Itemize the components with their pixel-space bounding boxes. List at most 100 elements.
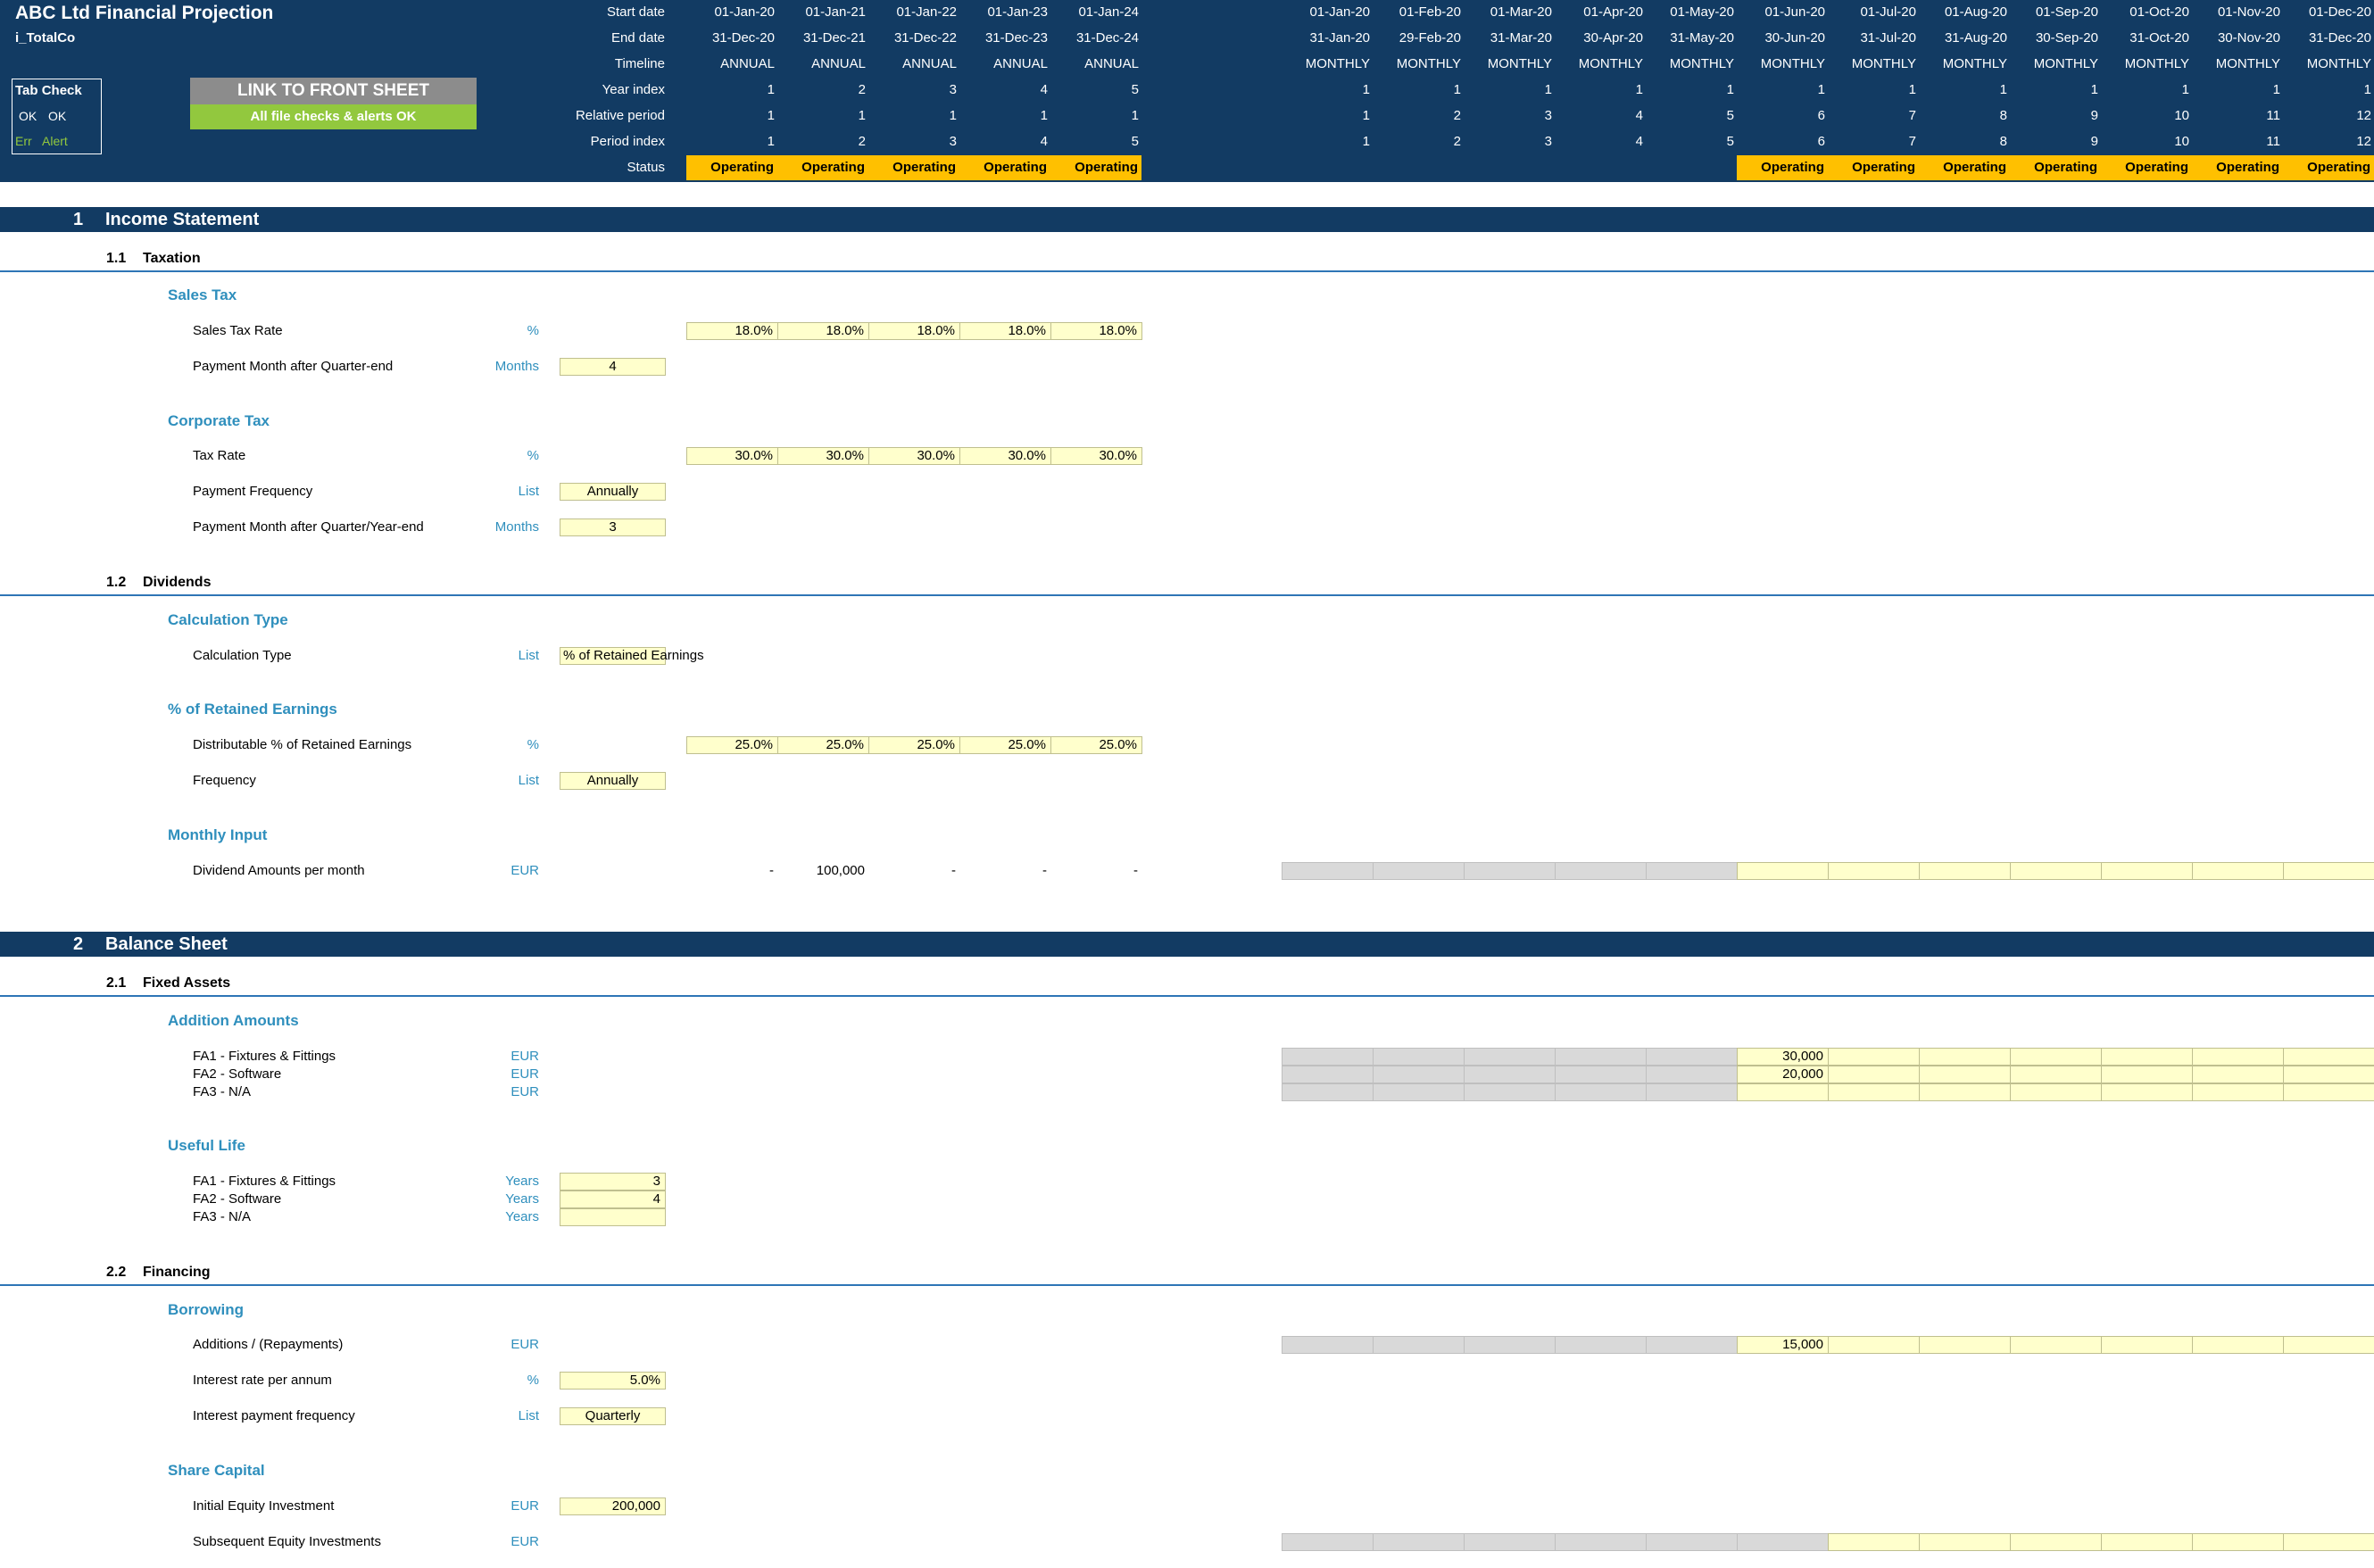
input-addition-fa2[interactable] (1828, 1066, 1920, 1083)
input-addition-fa3[interactable] (2010, 1083, 2102, 1101)
input-useful-life-fa2[interactable]: 4 (560, 1191, 666, 1208)
input-dividend-month[interactable] (1737, 862, 1829, 880)
annual-start: 01-Jan-21 (805, 4, 866, 20)
input-payment-frequency[interactable]: Annually (560, 483, 666, 501)
unit-addition-fa3: EUR (510, 1084, 539, 1099)
input-subsequent-equity-month[interactable] (2010, 1533, 2102, 1551)
input-interest-frequency[interactable]: Quarterly (560, 1407, 666, 1425)
input-dividend-month[interactable] (1828, 862, 1920, 880)
input-subsequent-equity-month[interactable] (2101, 1533, 2193, 1551)
monthly-period-index: 9 (2090, 134, 2098, 149)
input-distributable-pct[interactable]: 25.0% (777, 736, 869, 754)
annual-status: Operating (777, 155, 868, 180)
monthly-end: 30-Apr-20 (1583, 30, 1643, 46)
input-subsequent-equity-month[interactable] (1828, 1533, 1920, 1551)
input-sales-tax-rate[interactable]: 18.0% (868, 322, 960, 340)
input-addition-fa3[interactable] (1919, 1083, 2011, 1101)
annual-year-index: 3 (949, 82, 957, 97)
input-borrowing-month[interactable] (1919, 1336, 2011, 1354)
label-addition-fa3: FA3 - N/A (193, 1084, 252, 1099)
input-addition-fa1[interactable] (1828, 1048, 1920, 1066)
input-borrowing-month[interactable] (2010, 1336, 2102, 1354)
input-dividend-month[interactable] (2101, 862, 2193, 880)
input-addition-fa2[interactable] (2010, 1066, 2102, 1083)
input-borrowing-month[interactable] (1828, 1336, 1920, 1354)
input-subsequent-equity-month[interactable] (2283, 1533, 2374, 1551)
unit-sales-tax-payment-month: Months (494, 359, 539, 374)
input-distributable-pct[interactable]: 25.0% (959, 736, 1051, 754)
input-sales-tax-payment-month[interactable]: 4 (560, 358, 666, 376)
input-addition-fa3[interactable] (2283, 1083, 2374, 1101)
monthly-end: 31-Dec-20 (2308, 30, 2371, 46)
input-useful-life-fa3[interactable] (560, 1208, 666, 1226)
input-dividend-month[interactable] (1919, 862, 2011, 880)
input-dividend-month[interactable] (2283, 862, 2374, 880)
monthly-timeline: MONTHLY (1669, 56, 1734, 71)
monthly-start: 01-Apr-20 (1583, 4, 1643, 20)
input-addition-fa1[interactable] (2283, 1048, 2374, 1066)
input-tax-rate[interactable]: 30.0% (868, 447, 960, 465)
input-addition-fa1[interactable] (2010, 1048, 2102, 1066)
group-calculation-type: Calculation Type (168, 611, 288, 628)
spreadsheet-page: ABC Ltd Financial Projection i_TotalCo T… (0, 0, 2374, 1568)
input-addition-fa3[interactable] (2101, 1083, 2193, 1101)
monthly-start: 01-May-20 (1670, 4, 1734, 20)
input-dividend-month[interactable] (2010, 862, 2102, 880)
input-subsequent-equity-month[interactable] (2192, 1533, 2284, 1551)
input-borrowing-month[interactable]: 15,000 (1737, 1336, 1829, 1354)
input-borrowing-month-locked (1464, 1336, 1556, 1354)
input-sales-tax-rate[interactable]: 18.0% (959, 322, 1051, 340)
annual-end: 31-Dec-23 (984, 30, 1048, 46)
input-addition-fa2[interactable]: 20,000 (1737, 1066, 1829, 1083)
input-sales-tax-rate[interactable]: 18.0% (777, 322, 869, 340)
input-addition-fa3[interactable] (2192, 1083, 2284, 1101)
input-distributable-pct[interactable]: 25.0% (868, 736, 960, 754)
subsection-number: 2.1 (106, 975, 127, 991)
input-dividend-month-locked (1282, 862, 1374, 880)
monthly-start: 01-Jun-20 (1764, 4, 1825, 20)
input-tax-rate[interactable]: 30.0% (686, 447, 778, 465)
input-distributable-pct[interactable]: 25.0% (1050, 736, 1142, 754)
input-dividend-frequency[interactable]: Annually (560, 772, 666, 790)
monthly-year-index: 1 (1544, 82, 1552, 97)
input-addition-fa2[interactable] (1919, 1066, 2011, 1083)
input-tax-rate[interactable]: 30.0% (777, 447, 869, 465)
input-tax-rate[interactable]: 30.0% (1050, 447, 1142, 465)
monthly-status: Operating (2283, 155, 2374, 180)
annual-relative-period: 1 (858, 108, 866, 123)
input-addition-fa3[interactable] (1737, 1083, 1829, 1101)
annual-start: 01-Jan-20 (714, 4, 775, 20)
monthly-period-index: 7 (1908, 134, 1916, 149)
input-borrowing-month[interactable] (2283, 1336, 2374, 1354)
input-dividend-month[interactable] (2192, 862, 2284, 880)
monthly-period-index: 2 (1453, 134, 1461, 149)
input-subsequent-equity-month[interactable] (1919, 1533, 2011, 1551)
unit-initial-equity: EUR (510, 1498, 539, 1514)
input-addition-fa2[interactable] (2101, 1066, 2193, 1083)
input-addition-fa2[interactable] (2192, 1066, 2284, 1083)
input-calculation-type[interactable]: % of Retained Earnings (560, 647, 704, 665)
input-addition-fa1[interactable] (2192, 1048, 2284, 1066)
input-addition-fa1[interactable] (2101, 1048, 2193, 1066)
input-interest-rate[interactable]: 5.0% (560, 1372, 666, 1390)
input-initial-equity[interactable]: 200,000 (560, 1497, 666, 1515)
input-addition-fa1[interactable]: 30,000 (1737, 1048, 1829, 1066)
dividend-annual-value: - (1133, 863, 1138, 878)
input-corp-tax-payment-month[interactable]: 3 (560, 519, 666, 536)
input-borrowing-month[interactable] (2101, 1336, 2193, 1354)
input-addition-fa2[interactable] (2283, 1066, 2374, 1083)
unit-calculation-type: List (518, 648, 539, 663)
annual-timeline: ANNUAL (902, 56, 957, 71)
section-income-statement: 1 Income Statement (0, 207, 2374, 232)
input-subsequent-equity-month-locked (1373, 1533, 1465, 1551)
input-addition-fa3[interactable] (1828, 1083, 1920, 1101)
input-sales-tax-rate[interactable]: 18.0% (1050, 322, 1142, 340)
input-sales-tax-rate[interactable]: 18.0% (686, 322, 778, 340)
input-distributable-pct[interactable]: 25.0% (686, 736, 778, 754)
input-borrowing-month[interactable] (2192, 1336, 2284, 1354)
monthly-year-index: 1 (1908, 82, 1916, 97)
input-tax-rate[interactable]: 30.0% (959, 447, 1051, 465)
input-addition-fa1[interactable] (1919, 1048, 2011, 1066)
input-useful-life-fa1[interactable]: 3 (560, 1173, 666, 1191)
link-to-front-sheet-button[interactable]: LINK TO FRONT SHEET (190, 78, 477, 104)
